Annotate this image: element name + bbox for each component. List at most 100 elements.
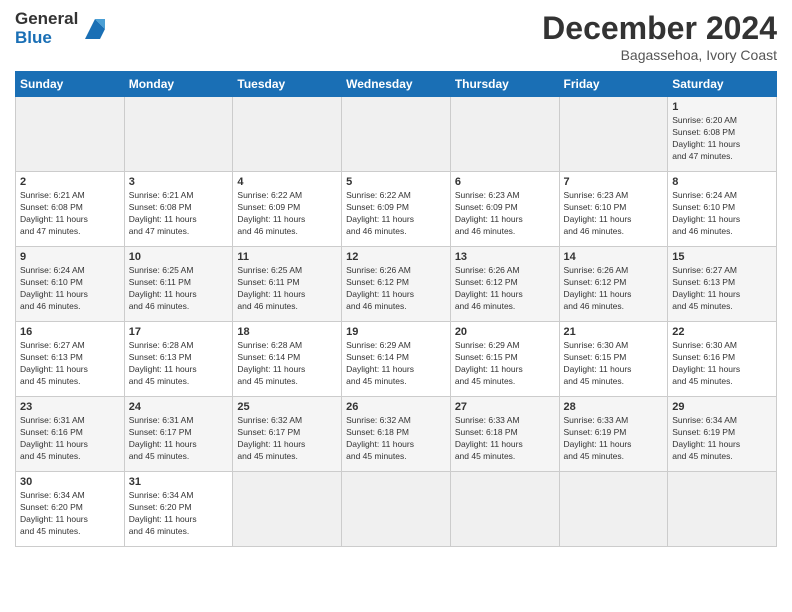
calendar-cell: 6 Sunrise: 6:23 AMSunset: 6:09 PMDaylight…: [450, 172, 559, 247]
day-info: Sunrise: 6:27 AMSunset: 6:13 PMDaylight:…: [672, 265, 740, 311]
day-number: 15: [672, 251, 772, 263]
logo-text-general: General: [15, 10, 78, 29]
day-info: Sunrise: 6:25 AMSunset: 6:11 PMDaylight:…: [237, 265, 305, 311]
col-friday: Friday: [559, 72, 668, 97]
calendar-week-row: 30 Sunrise: 6:34 AMSunset: 6:20 PMDayligh…: [16, 472, 777, 547]
day-info: Sunrise: 6:22 AMSunset: 6:09 PMDaylight:…: [237, 190, 305, 236]
day-number: 26: [346, 401, 446, 413]
day-number: 19: [346, 326, 446, 338]
day-number: 25: [237, 401, 337, 413]
day-number: 20: [455, 326, 555, 338]
calendar-cell: 14 Sunrise: 6:26 AMSunset: 6:12 PMDayligh…: [559, 247, 668, 322]
day-info: Sunrise: 6:26 AMSunset: 6:12 PMDaylight:…: [455, 265, 523, 311]
day-info: Sunrise: 6:23 AMSunset: 6:09 PMDaylight:…: [455, 190, 523, 236]
day-number: 16: [20, 326, 120, 338]
day-info: Sunrise: 6:27 AMSunset: 6:13 PMDaylight:…: [20, 340, 88, 386]
day-number: 8: [672, 176, 772, 188]
calendar-week-row: 23 Sunrise: 6:31 AMSunset: 6:16 PMDayligh…: [16, 397, 777, 472]
day-number: 5: [346, 176, 446, 188]
calendar-cell: 16 Sunrise: 6:27 AMSunset: 6:13 PMDayligh…: [16, 322, 125, 397]
day-number: 21: [564, 326, 664, 338]
calendar-cell: [559, 472, 668, 547]
calendar-cell: [16, 97, 125, 172]
title-block: December 2024 Bagassehoa, Ivory Coast: [542, 10, 777, 63]
calendar-cell: 4 Sunrise: 6:22 AMSunset: 6:09 PMDaylight…: [233, 172, 342, 247]
logo: General Blue: [15, 10, 110, 47]
day-number: 28: [564, 401, 664, 413]
calendar-cell: 29Sunrise: 6:34 AMSunset: 6:19 PMDayligh…: [668, 397, 777, 472]
day-info: Sunrise: 6:31 AMSunset: 6:16 PMDaylight:…: [20, 415, 88, 461]
calendar-table: Sunday Monday Tuesday Wednesday Thursday…: [15, 71, 777, 547]
day-info: Sunrise: 6:29 AMSunset: 6:15 PMDaylight:…: [455, 340, 523, 386]
col-tuesday: Tuesday: [233, 72, 342, 97]
day-number: 31: [129, 476, 229, 488]
calendar-cell: 9 Sunrise: 6:24 AMSunset: 6:10 PMDaylight…: [16, 247, 125, 322]
col-monday: Monday: [124, 72, 233, 97]
calendar-cell: 2Sunrise: 6:21 AMSunset: 6:08 PMDaylight…: [16, 172, 125, 247]
calendar-cell: 18Sunrise: 6:28 AMSunset: 6:14 PMDayligh…: [233, 322, 342, 397]
day-number: 18: [237, 326, 337, 338]
calendar-cell: 3 Sunrise: 6:21 AMSunset: 6:08 PMDaylight…: [124, 172, 233, 247]
calendar-cell: 12Sunrise: 6:26 AMSunset: 6:12 PMDayligh…: [342, 247, 451, 322]
day-info: Sunrise: 6:21 AMSunset: 6:08 PMDaylight:…: [20, 190, 88, 236]
calendar-cell: 25 Sunrise: 6:32 AMSunset: 6:17 PMDayligh…: [233, 397, 342, 472]
calendar-cell: 7Sunrise: 6:23 AMSunset: 6:10 PMDaylight…: [559, 172, 668, 247]
day-number: 30: [20, 476, 120, 488]
subtitle: Bagassehoa, Ivory Coast: [542, 47, 777, 63]
calendar-cell: 13 Sunrise: 6:26 AMSunset: 6:12 PMDayligh…: [450, 247, 559, 322]
day-info: Sunrise: 6:34 AMSunset: 6:20 PMDaylight:…: [129, 490, 197, 536]
calendar-cell: 10 Sunrise: 6:25 AMSunset: 6:11 PMDayligh…: [124, 247, 233, 322]
calendar-cell: 15 Sunrise: 6:27 AMSunset: 6:13 PMDayligh…: [668, 247, 777, 322]
day-number: 10: [129, 251, 229, 263]
day-info: Sunrise: 6:25 AMSunset: 6:11 PMDaylight:…: [129, 265, 197, 311]
day-info: Sunrise: 6:29 AMSunset: 6:14 PMDaylight:…: [346, 340, 414, 386]
calendar-week-row: 1 Sunrise: 6:20 AMSunset: 6:08 PMDaylight…: [16, 97, 777, 172]
col-wednesday: Wednesday: [342, 72, 451, 97]
day-info: Sunrise: 6:23 AMSunset: 6:10 PMDaylight:…: [564, 190, 632, 236]
calendar-cell: 5Sunrise: 6:22 AMSunset: 6:09 PMDaylight…: [342, 172, 451, 247]
day-info: Sunrise: 6:32 AMSunset: 6:17 PMDaylight:…: [237, 415, 305, 461]
day-info: Sunrise: 6:24 AMSunset: 6:10 PMDaylight:…: [672, 190, 740, 236]
calendar-week-row: 9 Sunrise: 6:24 AMSunset: 6:10 PMDaylight…: [16, 247, 777, 322]
calendar-cell: [668, 472, 777, 547]
col-sunday: Sunday: [16, 72, 125, 97]
day-info: Sunrise: 6:34 AMSunset: 6:20 PMDaylight:…: [20, 490, 88, 536]
day-info: Sunrise: 6:24 AMSunset: 6:10 PMDaylight:…: [20, 265, 88, 311]
day-number: 1: [672, 101, 772, 113]
day-info: Sunrise: 6:32 AMSunset: 6:18 PMDaylight:…: [346, 415, 414, 461]
day-number: 29: [672, 401, 772, 413]
day-number: 3: [129, 176, 229, 188]
day-number: 14: [564, 251, 664, 263]
calendar-cell: 11Sunrise: 6:25 AMSunset: 6:11 PMDayligh…: [233, 247, 342, 322]
calendar-week-row: 2Sunrise: 6:21 AMSunset: 6:08 PMDaylight…: [16, 172, 777, 247]
day-info: Sunrise: 6:31 AMSunset: 6:17 PMDaylight:…: [129, 415, 197, 461]
day-number: 6: [455, 176, 555, 188]
day-info: Sunrise: 6:33 AMSunset: 6:19 PMDaylight:…: [564, 415, 632, 461]
day-number: 22: [672, 326, 772, 338]
calendar-cell: 22 Sunrise: 6:30 AMSunset: 6:16 PMDayligh…: [668, 322, 777, 397]
day-info: Sunrise: 6:26 AMSunset: 6:12 PMDaylight:…: [564, 265, 632, 311]
day-number: 27: [455, 401, 555, 413]
calendar-header-row: Sunday Monday Tuesday Wednesday Thursday…: [16, 72, 777, 97]
calendar-cell: 30 Sunrise: 6:34 AMSunset: 6:20 PMDayligh…: [16, 472, 125, 547]
day-info: Sunrise: 6:20 AMSunset: 6:08 PMDaylight:…: [672, 115, 740, 161]
calendar-cell: [124, 97, 233, 172]
calendar-cell: 21Sunrise: 6:30 AMSunset: 6:15 PMDayligh…: [559, 322, 668, 397]
calendar-cell: 27Sunrise: 6:33 AMSunset: 6:18 PMDayligh…: [450, 397, 559, 472]
calendar-cell: [450, 472, 559, 547]
day-info: Sunrise: 6:30 AMSunset: 6:16 PMDaylight:…: [672, 340, 740, 386]
day-number: 13: [455, 251, 555, 263]
calendar-cell: [233, 97, 342, 172]
logo-icon: [80, 14, 110, 44]
calendar-cell: [233, 472, 342, 547]
col-thursday: Thursday: [450, 72, 559, 97]
day-number: 4: [237, 176, 337, 188]
calendar-cell: 31 Sunrise: 6:34 AMSunset: 6:20 PMDayligh…: [124, 472, 233, 547]
page-header: General Blue December 2024 Bagassehoa, I…: [15, 10, 777, 63]
day-info: Sunrise: 6:21 AMSunset: 6:08 PMDaylight:…: [129, 190, 197, 236]
day-number: 9: [20, 251, 120, 263]
calendar-cell: 28 Sunrise: 6:33 AMSunset: 6:19 PMDayligh…: [559, 397, 668, 472]
col-saturday: Saturday: [668, 72, 777, 97]
calendar-cell: 26 Sunrise: 6:32 AMSunset: 6:18 PMDayligh…: [342, 397, 451, 472]
day-number: 23: [20, 401, 120, 413]
